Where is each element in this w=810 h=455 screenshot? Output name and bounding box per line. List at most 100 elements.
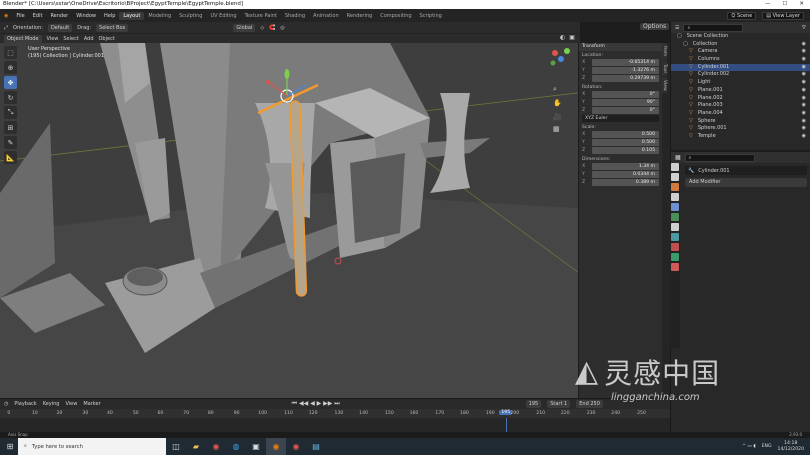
properties-tab-icon[interactable] [671, 223, 679, 231]
timeline-track[interactable] [0, 418, 670, 432]
properties-tab-icon[interactable] [671, 253, 679, 261]
outliner-scene-collection[interactable]: ▢ Scene Collection [671, 33, 810, 41]
visibility-eye-icon[interactable]: ◉ [802, 48, 806, 56]
menu-marker[interactable]: Marker [83, 401, 100, 407]
playback-controls[interactable]: ⏮ ◀◀ ◀ ▶ ▶▶ ⏭ [292, 400, 340, 408]
dimension-z-field[interactable]: Z 0.389 m [582, 179, 659, 186]
properties-tab-icon[interactable] [671, 263, 679, 271]
location-y-field[interactable]: Y -1.3276 m [582, 67, 659, 74]
tab-tool[interactable]: Tool [662, 60, 667, 76]
tray-icons[interactable]: ^ ▭ ◖ [742, 444, 756, 449]
drag-dropdown[interactable]: Select Box [96, 23, 129, 32]
select-tool-icon[interactable]: ⬚ [4, 46, 17, 59]
close-button[interactable]: ✕ [799, 0, 804, 9]
scale-tool-icon[interactable]: ⤡ [4, 106, 17, 119]
rotation-z-field[interactable]: Z 0° [582, 107, 659, 114]
workspace-tab-modeling[interactable]: Modeling [144, 12, 175, 20]
snap-icon[interactable]: 🧲 [269, 25, 275, 31]
visibility-eye-icon[interactable]: ◉ [802, 133, 806, 141]
measure-tool-icon[interactable]: 📐 [4, 151, 17, 164]
properties-type-icon[interactable]: ▦ [675, 154, 681, 161]
menu-render[interactable]: Render [46, 13, 72, 19]
visibility-eye-icon[interactable]: ◉ [802, 87, 806, 95]
tab-item[interactable]: Item [662, 43, 667, 59]
workspace-tab-scripting[interactable]: Scripting [416, 12, 446, 20]
visibility-eye-icon[interactable]: ◉ [802, 56, 806, 64]
transform-orientation-dropdown[interactable]: Global [233, 23, 256, 32]
outliner-item[interactable]: ▽ Plane.004 ◉ [671, 110, 810, 118]
visibility-eye-icon[interactable]: ◉ [802, 64, 806, 72]
frame-ruler[interactable]: 0 10 20 30 40 50 60 70 80 90 100 110 120 130 140 150 160… [0, 409, 670, 418]
outliner-item[interactable]: ▽ Sphere ◉ [671, 118, 810, 126]
properties-tab-icon[interactable] [671, 203, 679, 211]
workspace-tab-uv-editing[interactable]: UV Editing [206, 12, 240, 20]
language-indicator[interactable]: ENG [762, 444, 772, 449]
menu-file[interactable]: File [12, 13, 28, 19]
location-z-field[interactable]: Z 0.29739 m [582, 75, 659, 82]
outliner-item[interactable]: ▽ Temple ◉ [671, 133, 810, 141]
properties-tab-icon[interactable] [671, 193, 679, 201]
cursor-tool-icon[interactable]: ⊕ [4, 61, 17, 74]
location-x-field[interactable]: X -0.65314 m [582, 59, 659, 66]
visibility-eye-icon[interactable]: ◉ [802, 41, 806, 49]
options-dropdown[interactable]: Options [640, 23, 670, 31]
proportional-edit-icon[interactable]: ◎ [280, 25, 284, 31]
workspace-tab-animation[interactable]: Animation [309, 12, 343, 20]
outliner-item[interactable]: ▽ Camera ◉ [671, 48, 810, 56]
taskbar-search[interactable]: ⌕ Type here to search [18, 438, 166, 455]
menu-select[interactable]: Select [63, 36, 78, 42]
tab-view[interactable]: View [662, 77, 667, 93]
app-icon[interactable]: ▣ [246, 438, 266, 455]
edge-icon[interactable]: ◍ [226, 438, 246, 455]
workspace-tab-layout[interactable]: Layout [119, 11, 145, 20]
windows-start-icon[interactable]: ⊞ [0, 438, 20, 455]
scale-x-field[interactable]: X 0.500 [582, 131, 659, 138]
outliner-collection[interactable]: ▢ Collection ◉ [671, 41, 810, 49]
properties-tab-icon[interactable] [671, 183, 679, 191]
scene-selector[interactable]: ⛭ Scene [727, 11, 757, 20]
menu-add[interactable]: Add [84, 36, 94, 42]
properties-tab-icon[interactable] [671, 233, 679, 241]
xray-icon[interactable]: ▣ [569, 34, 575, 41]
object-name-field[interactable]: 🔧 Cylinder.001 [685, 166, 807, 175]
menu-keying[interactable]: Keying [43, 401, 60, 407]
visibility-eye-icon[interactable]: ◉ [802, 95, 806, 103]
chrome-icon[interactable]: ◉ [206, 438, 226, 455]
transform-tool-icon[interactable]: ⊞ [4, 121, 17, 134]
overlay-icon[interactable]: ◐ [560, 34, 565, 41]
rotation-x-field[interactable]: X 0° [582, 91, 659, 98]
outliner-item[interactable]: ▽ Plane.001 ◉ [671, 87, 810, 95]
outliner-item[interactable]: ▽ Sphere.001 ◉ [671, 125, 810, 133]
menu-view[interactable]: View [65, 401, 77, 407]
visibility-eye-icon[interactable]: ◉ [802, 79, 806, 87]
rotation-y-field[interactable]: Y 90° [582, 99, 659, 106]
orientation-dropdown[interactable]: Default [47, 23, 73, 32]
outliner-item[interactable]: ▽ Plane.002 ◉ [671, 95, 810, 103]
object-mode-dropdown[interactable]: Object Mode [4, 34, 42, 43]
pivot-icon[interactable]: ◇ [260, 25, 264, 31]
visibility-eye-icon[interactable]: ◉ [802, 71, 806, 79]
menu-view[interactable]: View [47, 36, 59, 42]
maximize-button[interactable]: ☐ [782, 0, 787, 9]
dimension-y-field[interactable]: Y 0.0344 m [582, 171, 659, 178]
workspace-tab-sculpting[interactable]: Sculpting [175, 12, 206, 20]
workspace-tab-compositing[interactable]: Compositing [376, 12, 415, 20]
axis-gizmo-icon[interactable]: ⌕ ✋ 🎥 ▦ [545, 43, 580, 133]
menu-help[interactable]: Help [100, 13, 119, 19]
current-frame-field[interactable]: 195 [525, 399, 542, 408]
outliner-item[interactable]: ▽ Columns ◉ [671, 56, 810, 64]
rotate-tool-icon[interactable]: ↻ [4, 91, 17, 104]
transform-section-header[interactable]: Transform [579, 43, 662, 51]
scale-z-field[interactable]: Z 0.105 [582, 147, 659, 154]
outliner-item[interactable]: ▽ Light ◉ [671, 79, 810, 87]
task-view-icon[interactable]: ◫ [166, 438, 186, 455]
store-icon[interactable]: ▤ [306, 438, 326, 455]
editor-type-icon[interactable]: ◷ [4, 401, 8, 407]
explorer-icon[interactable]: ▰ [186, 438, 206, 455]
blender-logo-icon[interactable]: ◉ [0, 13, 12, 19]
visibility-eye-icon[interactable]: ◉ [802, 118, 806, 126]
properties-tab-icon[interactable] [671, 173, 679, 181]
outliner-search-input[interactable]: ⌕ [683, 23, 744, 32]
properties-search-input[interactable]: ⌕ [684, 153, 755, 162]
outliner-type-icon[interactable]: ☰ [675, 25, 679, 31]
